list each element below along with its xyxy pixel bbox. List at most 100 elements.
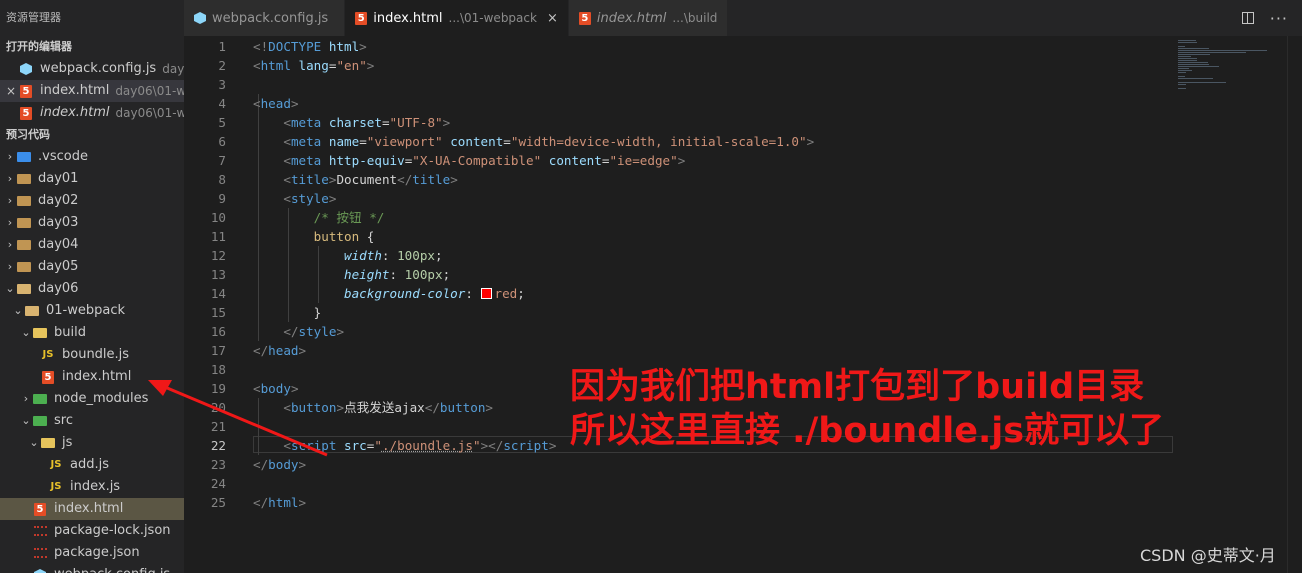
tree-item[interactable]: JS boundle.js — [0, 344, 184, 366]
line-number: 6 — [218, 134, 226, 149]
tree-item[interactable]: JS add.js — [0, 454, 184, 476]
line-number: 4 — [218, 96, 226, 111]
editor-actions: ··· — [1241, 0, 1302, 36]
chevron-right-icon[interactable]: › — [4, 168, 16, 190]
code-token: button — [290, 400, 337, 415]
tree-item[interactable]: ⌄ day06 — [0, 278, 184, 300]
code-line: 11 button { — [184, 227, 1302, 246]
tree-item[interactable]: package-lock.json — [0, 520, 184, 542]
code-token: { — [359, 229, 375, 244]
code-token: < — [283, 115, 291, 130]
tree-item-label: node_modules — [54, 391, 149, 406]
line-number: 15 — [210, 305, 226, 320]
code-editor[interactable]: 1 <!DOCTYPE html> 2 <html lang="en"> 3 4 <head… — [184, 36, 1302, 573]
chevron-down-icon[interactable]: ⌄ — [4, 278, 16, 300]
chevron-right-icon[interactable]: › — [4, 234, 16, 256]
chevron-right-icon[interactable]: › — [4, 256, 16, 278]
line-number: 7 — [218, 153, 226, 168]
tree-item[interactable]: ⌄ 01-webpack — [0, 300, 184, 322]
code-token: > — [366, 58, 375, 73]
chevron-down-icon[interactable]: ⌄ — [20, 410, 32, 432]
folder-open-icon — [16, 281, 32, 297]
code-line: 8 <title>Document</title> — [184, 170, 1302, 189]
code-token: "UTF-8" — [389, 115, 443, 130]
minimap-line — [1178, 48, 1210, 49]
open-editor-item[interactable]: webpack.config.js day0... — [0, 58, 184, 80]
tree-item-label: boundle.js — [62, 347, 130, 362]
tree-item[interactable]: › node_modules — [0, 388, 184, 410]
more-actions-icon[interactable]: ··· — [1270, 9, 1288, 28]
code-token: height — [344, 267, 390, 282]
split-editor-icon[interactable] — [1241, 12, 1254, 24]
tree-item[interactable]: 5 index.html — [0, 498, 184, 520]
js-icon: JS — [42, 349, 54, 360]
chevron-right-icon[interactable]: › — [4, 146, 16, 168]
close-icon[interactable]: × — [547, 11, 558, 26]
minimap[interactable] — [1174, 36, 1302, 573]
code-token: 100 — [397, 248, 420, 263]
code-token: > — [548, 438, 557, 453]
tree-item[interactable]: package.json — [0, 542, 184, 564]
open-editor-item[interactable]: 5 index.html day06\01-we... — [0, 102, 184, 124]
open-editor-item[interactable]: ×5 index.html day06\01-w... — [0, 80, 184, 102]
line-number: 3 — [218, 77, 226, 92]
tree-item[interactable]: ⌄ src — [0, 410, 184, 432]
minimap-line — [1178, 88, 1187, 89]
line-code: <title>Document</title> — [253, 170, 457, 189]
code-token: < — [253, 381, 261, 396]
line-code: <meta charset="UTF-8"> — [253, 113, 450, 132]
vertical-scrollbar[interactable] — [1287, 36, 1302, 573]
tree-item[interactable]: 5 index.html — [0, 366, 184, 388]
chevron-right-icon[interactable]: › — [20, 388, 32, 410]
tab-path: ...\build — [672, 11, 718, 25]
tree-item[interactable]: › day04 — [0, 234, 184, 256]
editor-tab[interactable]: 5 index.html ...\01-webpack × — [345, 0, 569, 36]
chevron-down-icon[interactable]: ⌄ — [20, 322, 32, 344]
tree-item[interactable]: › day02 — [0, 190, 184, 212]
tree-item[interactable]: › day01 — [0, 168, 184, 190]
tree-item-label: build — [54, 325, 86, 340]
code-line: 12 width: 100px; — [184, 246, 1302, 265]
editor-tab[interactable]: webpack.config.js — [184, 0, 346, 36]
tree-item[interactable]: › day03 — [0, 212, 184, 234]
code-token: "width=device-width, initial-scale=1.0" — [510, 134, 807, 149]
tree-item[interactable]: webpack.config.js — [0, 564, 184, 573]
chevron-down-icon[interactable]: ⌄ — [28, 432, 40, 454]
tree-item-label: src — [54, 413, 73, 428]
js-icon: JS — [50, 459, 62, 470]
code-line: 15 } — [184, 303, 1302, 322]
tree-item[interactable]: ⌄ build — [0, 322, 184, 344]
tree-item[interactable]: › day05 — [0, 256, 184, 278]
color-swatch[interactable] — [480, 288, 492, 299]
editor-tab[interactable]: 5 index.html ...\build — [568, 0, 729, 36]
minimap-line — [1178, 46, 1186, 47]
workspace-section-header[interactable]: 预习代码 — [0, 124, 184, 146]
tree-item-label: .vscode — [38, 149, 88, 164]
minimap-line — [1178, 70, 1193, 71]
code-token: DOCTYPE — [268, 39, 322, 54]
open-editors-section-header[interactable]: 打开的编辑器 — [0, 36, 184, 58]
code-token: html — [268, 495, 299, 510]
tree-item[interactable]: › .vscode — [0, 146, 184, 168]
chevron-right-icon[interactable]: › — [4, 212, 16, 234]
code-token: px — [419, 248, 436, 263]
line-number: 11 — [210, 229, 226, 244]
code-token: < — [253, 58, 261, 73]
code-token: > — [298, 457, 307, 472]
close-icon[interactable]: × — [4, 80, 18, 102]
tab-label: index.html — [596, 10, 667, 26]
tree-item-label: day05 — [38, 259, 79, 274]
code-token: < — [283, 172, 291, 187]
tree-item[interactable]: JS index.js — [0, 476, 184, 498]
code-token: ; — [517, 286, 525, 301]
line-code: <body> — [253, 379, 299, 398]
code-token: < — [283, 134, 291, 149]
chevron-right-icon[interactable]: › — [4, 190, 16, 212]
code-token: <! — [253, 39, 269, 54]
chevron-down-icon[interactable]: ⌄ — [12, 300, 24, 322]
tree-item[interactable]: ⌄ js — [0, 432, 184, 454]
tree-item-label: package-lock.json — [54, 523, 171, 538]
